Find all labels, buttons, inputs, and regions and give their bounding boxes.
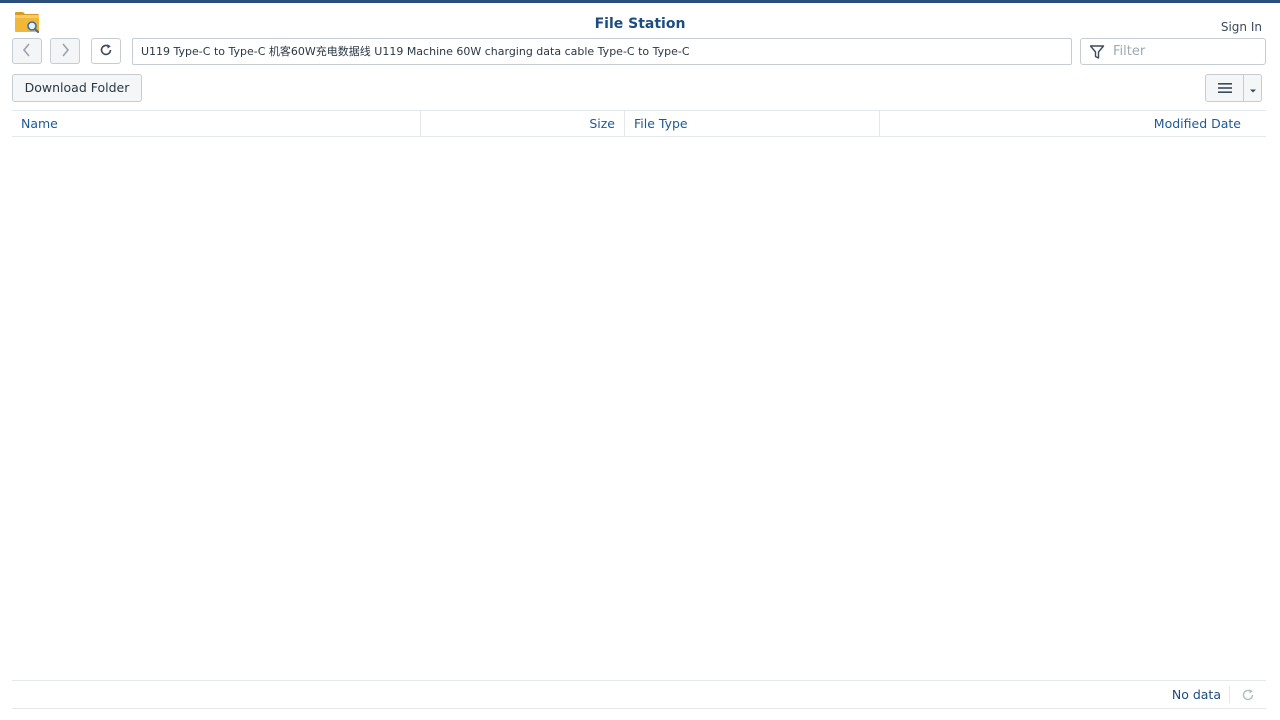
view-mode-button[interactable] <box>1205 74 1262 102</box>
path-bar[interactable]: U119 Type-C to Type-C 机客60W充电数据线 U119 Ma… <box>132 38 1072 65</box>
footer-divider <box>12 680 1266 681</box>
refresh-button[interactable] <box>91 38 121 64</box>
footer-refresh-button[interactable] <box>1241 687 1257 703</box>
footer-bottom-divider <box>12 708 1266 709</box>
filter-icon <box>1089 44 1105 60</box>
grid-header: Name Size File Type Modified Date <box>12 110 1266 137</box>
refresh-icon <box>1241 687 1255 706</box>
column-header-file-type[interactable]: File Type <box>625 111 880 136</box>
column-header-size[interactable]: Size <box>421 111 625 136</box>
list-view-button[interactable] <box>1206 75 1244 101</box>
refresh-icon <box>99 42 113 61</box>
sign-in-link[interactable]: Sign In <box>1221 20 1262 34</box>
file-list[interactable] <box>12 137 1266 680</box>
download-folder-button[interactable]: Download Folder <box>12 74 142 102</box>
top-accent-bar <box>0 0 1280 3</box>
column-header-modified-date[interactable]: Modified Date <box>880 111 1266 136</box>
caret-down-icon <box>1249 79 1257 98</box>
forward-button[interactable] <box>50 38 80 64</box>
back-button[interactable] <box>12 38 42 64</box>
chevron-right-icon <box>60 42 70 61</box>
filter-input[interactable] <box>1111 43 1255 60</box>
footer-separator <box>1229 686 1230 703</box>
column-header-name[interactable]: Name <box>12 111 421 136</box>
chevron-left-icon <box>22 42 32 61</box>
page-title: File Station <box>594 16 686 32</box>
view-options-dropdown[interactable] <box>1244 75 1261 101</box>
status-text: No data <box>1171 687 1221 702</box>
list-view-icon <box>1217 79 1233 98</box>
filter-field[interactable] <box>1080 38 1266 65</box>
